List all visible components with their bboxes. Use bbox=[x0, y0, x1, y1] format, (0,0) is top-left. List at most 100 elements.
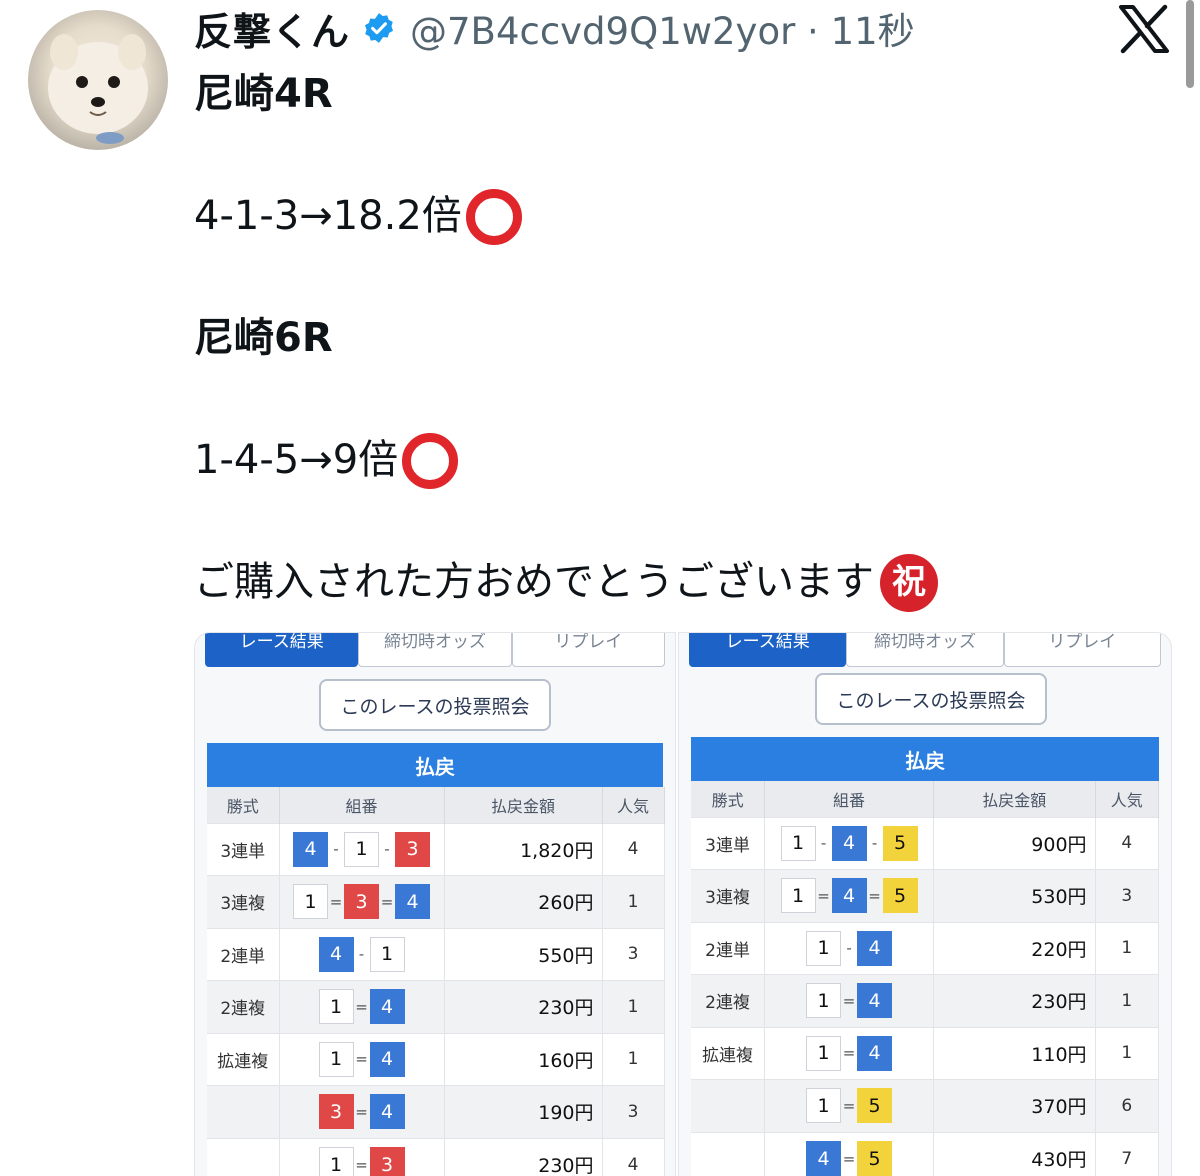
boat-number-box: 1 bbox=[369, 936, 405, 972]
boat-number-box: 4 bbox=[395, 884, 430, 920]
boat-number-box: 1 bbox=[806, 1088, 842, 1124]
payout-amount-cell: 1,820円 bbox=[444, 822, 603, 876]
boat-number-box: 4 bbox=[369, 1041, 405, 1077]
payout-amount-cell: 900円 bbox=[933, 816, 1096, 870]
payout-amount-cell: 110円 bbox=[933, 1026, 1096, 1080]
popularity-cell: 4 bbox=[602, 1137, 665, 1176]
combination-separator: = bbox=[842, 991, 856, 1010]
tab-closing-odds[interactable]: 締切時オッズ bbox=[358, 633, 512, 667]
boat-number-box: 4 bbox=[831, 878, 867, 914]
boat-number-box: 1 bbox=[806, 930, 842, 966]
combination-cell: 4-1 bbox=[279, 927, 445, 981]
table-row: 拡連複 1 = 4 160円 1 bbox=[207, 1032, 665, 1086]
boat-number-box: 3 bbox=[344, 884, 379, 920]
bet-type-cell: 2連単 bbox=[207, 927, 280, 981]
boat-number-box: 1 bbox=[806, 1035, 842, 1071]
popularity-cell: 1 bbox=[602, 980, 665, 1033]
combination-separator: = bbox=[842, 1044, 856, 1063]
payout-amount-cell: 260円 bbox=[444, 875, 603, 928]
result-screenshot-6r[interactable]: レース結果 締切時オッズ リプレイ このレースの投票照会 払戻 勝式 組番 払戻… bbox=[678, 632, 1172, 1176]
combination-cell: 1 = 3 = 4 bbox=[279, 875, 445, 928]
table-row: 3連複 1 = 3 = 4 260円 1 bbox=[207, 875, 665, 928]
bet-type-cell bbox=[207, 1137, 280, 1176]
combination-separator: = bbox=[868, 886, 881, 905]
combination-separator: = bbox=[842, 1096, 856, 1115]
author-handle-and-time[interactable]: @7B4ccvd9Q1w2yor · 11秒 bbox=[410, 1, 915, 55]
tweet-header: 反撃くん @7B4ccvd9Q1w2yor · 11秒 bbox=[194, 1, 915, 55]
boat-number-box: 1 bbox=[293, 884, 328, 920]
bet-type-cell: 2連複 bbox=[691, 974, 766, 1027]
result-text-4r: 4-1-3→18.2倍 bbox=[194, 193, 462, 239]
boat-number-box: 1 bbox=[780, 878, 816, 914]
bet-type-cell: 2連単 bbox=[691, 921, 766, 975]
bet-type-cell: 3連単 bbox=[691, 816, 766, 870]
payout-amount-cell: 230円 bbox=[444, 1137, 603, 1176]
column-header-bet-type: 勝式 bbox=[207, 787, 280, 823]
scrollbar[interactable] bbox=[1186, 0, 1194, 88]
column-header-payout: 払戻金額 bbox=[933, 781, 1096, 817]
column-header-popularity: 人気 bbox=[1095, 781, 1160, 817]
boat-number-box: 1 bbox=[318, 1041, 354, 1077]
result-tabs: レース結果 締切時オッズ リプレイ bbox=[205, 633, 665, 667]
vote-inquiry-button[interactable]: このレースの投票照会 bbox=[815, 673, 1047, 725]
race-title-4r: 尼崎4R bbox=[194, 71, 333, 117]
tab-replay[interactable]: リプレイ bbox=[1003, 633, 1161, 667]
table-row: 拡連複 1 = 4 110円 1 bbox=[691, 1026, 1160, 1080]
red-circle-emoji bbox=[402, 432, 459, 489]
result-line-4r: 4-1-3→18.2倍 bbox=[194, 186, 1154, 247]
column-header-combination: 組番 bbox=[764, 781, 934, 817]
payout-amount-cell: 230円 bbox=[444, 980, 603, 1033]
combination-separator: = bbox=[355, 1050, 368, 1069]
combination-separator: - bbox=[333, 840, 339, 859]
author-display-name[interactable]: 反撃くん bbox=[194, 1, 350, 56]
tab-race-result[interactable]: レース結果 bbox=[205, 633, 359, 667]
boat-number-box: 1 bbox=[318, 1147, 354, 1176]
verified-badge-icon bbox=[364, 13, 394, 43]
congrats-line: ご購入された方おめでとうございます 祝 bbox=[194, 552, 1154, 613]
combination-separator: = bbox=[355, 997, 368, 1016]
table-row: 3連複 1 = 4 = 5 530円 3 bbox=[691, 869, 1160, 922]
table-row: 4 = 5 430円 7 bbox=[691, 1131, 1160, 1176]
result-line-6r: 1-4-5→9倍 bbox=[194, 430, 1154, 491]
avatar[interactable] bbox=[28, 10, 168, 150]
congrats-text: ご購入された方おめでとうございます bbox=[194, 559, 874, 605]
combination-separator: = bbox=[355, 1102, 368, 1121]
x-logo-icon[interactable] bbox=[1118, 4, 1170, 54]
tweet-body: 尼崎4R 4-1-3→18.2倍 尼崎6R 1-4-5→9倍 ご購入された方おめ… bbox=[194, 64, 1154, 613]
boat-number-box: 4 bbox=[293, 831, 328, 867]
payout-amount-cell: 190円 bbox=[444, 1085, 603, 1138]
boat-number-box: 1 bbox=[344, 831, 379, 867]
boat-number-box: 5 bbox=[882, 878, 918, 914]
popularity-cell: 4 bbox=[602, 822, 665, 876]
column-header-payout: 払戻金額 bbox=[444, 787, 603, 823]
vote-inquiry-button[interactable]: このレースの投票照会 bbox=[319, 679, 551, 731]
combination-separator: - bbox=[846, 939, 852, 958]
payout-rows: 3連単 1-4-5 900円 4 3連複 1 = 4 = 5 530円 3 2連単 1-4 220円 1 2連複… bbox=[691, 816, 1160, 1176]
payout-amount-cell: 230円 bbox=[933, 974, 1096, 1027]
popularity-cell: 1 bbox=[602, 875, 665, 928]
table-row: 1 = 5 370円 6 bbox=[691, 1079, 1160, 1132]
combination-separator: = bbox=[329, 892, 343, 911]
boat-number-box: 4 bbox=[369, 1094, 405, 1130]
payout-amount-cell: 370円 bbox=[933, 1079, 1096, 1132]
result-screenshot-4r[interactable]: レース結果 締切時オッズ リプレイ このレースの投票照会 払戻 勝式 組番 払戻… bbox=[194, 632, 676, 1176]
boat-number-box: 4 bbox=[318, 936, 354, 972]
combination-cell: 1 = 4 = 5 bbox=[764, 869, 934, 922]
bet-type-cell bbox=[207, 1085, 280, 1138]
payout-rows: 3連単 4-1-3 1,820円 4 3連複 1 = 3 = 4 260円 1 2連単 4-1 550円 3 2… bbox=[207, 822, 665, 1176]
boat-number-box: 1 bbox=[806, 983, 842, 1019]
payout-header: 払戻 bbox=[207, 743, 663, 787]
combination-separator: = bbox=[380, 892, 394, 911]
tab-race-result[interactable]: レース結果 bbox=[689, 633, 847, 667]
combination-cell: 1-4 bbox=[764, 921, 934, 975]
tab-replay[interactable]: リプレイ bbox=[511, 633, 665, 667]
tab-closing-odds[interactable]: 締切時オッズ bbox=[846, 633, 1004, 667]
combination-separator: - bbox=[358, 945, 365, 964]
column-header-bet-type: 勝式 bbox=[691, 781, 766, 817]
boat-number-box: 1 bbox=[318, 989, 354, 1025]
table-row: 3連単 1-4-5 900円 4 bbox=[691, 816, 1160, 870]
congratulations-emoji: 祝 bbox=[880, 553, 938, 612]
